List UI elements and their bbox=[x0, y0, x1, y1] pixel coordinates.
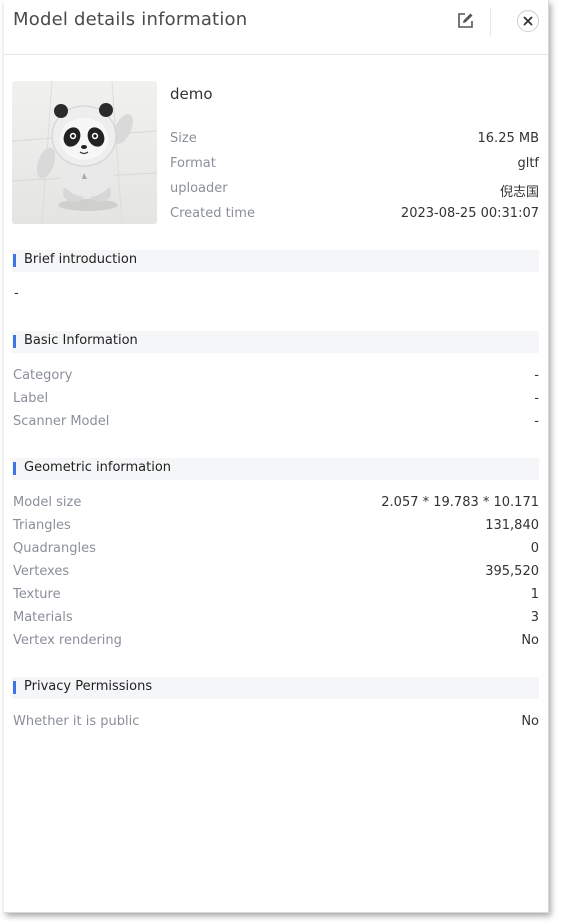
texture-value: 1 bbox=[530, 587, 539, 602]
panel-header: Model details information bbox=[4, 0, 548, 55]
edit-button[interactable] bbox=[455, 11, 475, 31]
info-row: Category - bbox=[13, 368, 539, 388]
info-row: Scanner Model - bbox=[13, 414, 539, 434]
size-row: Size 16.25 MB bbox=[170, 131, 539, 151]
section-title: Basic Information bbox=[24, 333, 138, 348]
section-privacy-permissions: Privacy Permissions bbox=[12, 677, 539, 699]
section-geometric-information: Geometric information bbox=[12, 458, 539, 480]
header-divider bbox=[490, 8, 491, 36]
scanner-model-value: - bbox=[534, 414, 539, 429]
info-row: Materials 3 bbox=[13, 610, 539, 630]
quadrangles-label: Quadrangles bbox=[13, 541, 96, 556]
section-title: Privacy Permissions bbox=[24, 679, 153, 694]
created-time-value: 2023-08-25 00:31:07 bbox=[400, 206, 539, 221]
category-label: Category bbox=[13, 368, 73, 383]
model-details-panel: Model details information demo Size 16.2… bbox=[4, 0, 549, 913]
info-row: Vertexes 395,520 bbox=[13, 564, 539, 584]
section-basic-information: Basic Information bbox=[12, 331, 539, 353]
section-accent-bar bbox=[13, 681, 16, 694]
vertexes-value: 395,520 bbox=[485, 564, 539, 579]
info-row: Vertex rendering No bbox=[13, 633, 539, 653]
model-name: demo bbox=[170, 85, 213, 103]
category-value: - bbox=[534, 368, 539, 383]
model-size-value: 2.057 * 19.783 * 10.171 bbox=[381, 495, 539, 510]
vertex-rendering-value: No bbox=[521, 633, 539, 648]
info-row: Model size 2.057 * 19.783 * 10.171 bbox=[13, 495, 539, 515]
uploader-label: uploader bbox=[170, 181, 228, 196]
format-label: Format bbox=[170, 156, 216, 171]
section-accent-bar bbox=[13, 254, 16, 267]
info-row: Quadrangles 0 bbox=[13, 541, 539, 561]
section-title: Geometric information bbox=[24, 460, 172, 475]
quadrangles-value: 0 bbox=[530, 541, 539, 556]
triangles-value: 131,840 bbox=[485, 518, 539, 533]
model-thumbnail[interactable] bbox=[12, 81, 157, 224]
format-row: Format gltf bbox=[170, 156, 539, 176]
panda-mascot-image bbox=[12, 81, 157, 224]
vertex-rendering-label: Vertex rendering bbox=[13, 633, 122, 648]
uploader-row: uploader 倪志国 bbox=[170, 181, 539, 201]
texture-label: Texture bbox=[13, 587, 61, 602]
triangles-label: Triangles bbox=[13, 518, 71, 533]
label-value: - bbox=[534, 391, 539, 406]
materials-value: 3 bbox=[530, 610, 539, 625]
brief-introduction-text: - bbox=[14, 286, 19, 301]
section-accent-bar bbox=[13, 335, 16, 348]
model-size-label: Model size bbox=[13, 495, 82, 510]
section-accent-bar bbox=[13, 462, 16, 475]
format-value: gltf bbox=[517, 156, 539, 171]
scanner-model-label: Scanner Model bbox=[13, 414, 110, 429]
close-button[interactable] bbox=[517, 10, 539, 32]
created-time-row: Created time 2023-08-25 00:31:07 bbox=[170, 206, 539, 226]
panel-title: Model details information bbox=[13, 9, 248, 30]
materials-label: Materials bbox=[13, 610, 73, 625]
public-value: No bbox=[521, 714, 539, 729]
uploader-value: 倪志国 bbox=[499, 185, 539, 200]
info-row: Texture 1 bbox=[13, 587, 539, 607]
created-time-label: Created time bbox=[170, 206, 255, 221]
vertexes-label: Vertexes bbox=[13, 564, 70, 579]
edit-icon bbox=[458, 13, 473, 28]
info-row: Whether it is public No bbox=[13, 714, 539, 734]
size-value: 16.25 MB bbox=[477, 131, 539, 146]
close-icon bbox=[523, 16, 533, 26]
section-brief-introduction: Brief introduction bbox=[12, 250, 539, 272]
size-label: Size bbox=[170, 131, 197, 146]
info-row: Triangles 131,840 bbox=[13, 518, 539, 538]
section-title: Brief introduction bbox=[24, 252, 138, 267]
public-label: Whether it is public bbox=[13, 714, 140, 729]
label-label: Label bbox=[13, 391, 49, 406]
info-row: Label - bbox=[13, 391, 539, 411]
